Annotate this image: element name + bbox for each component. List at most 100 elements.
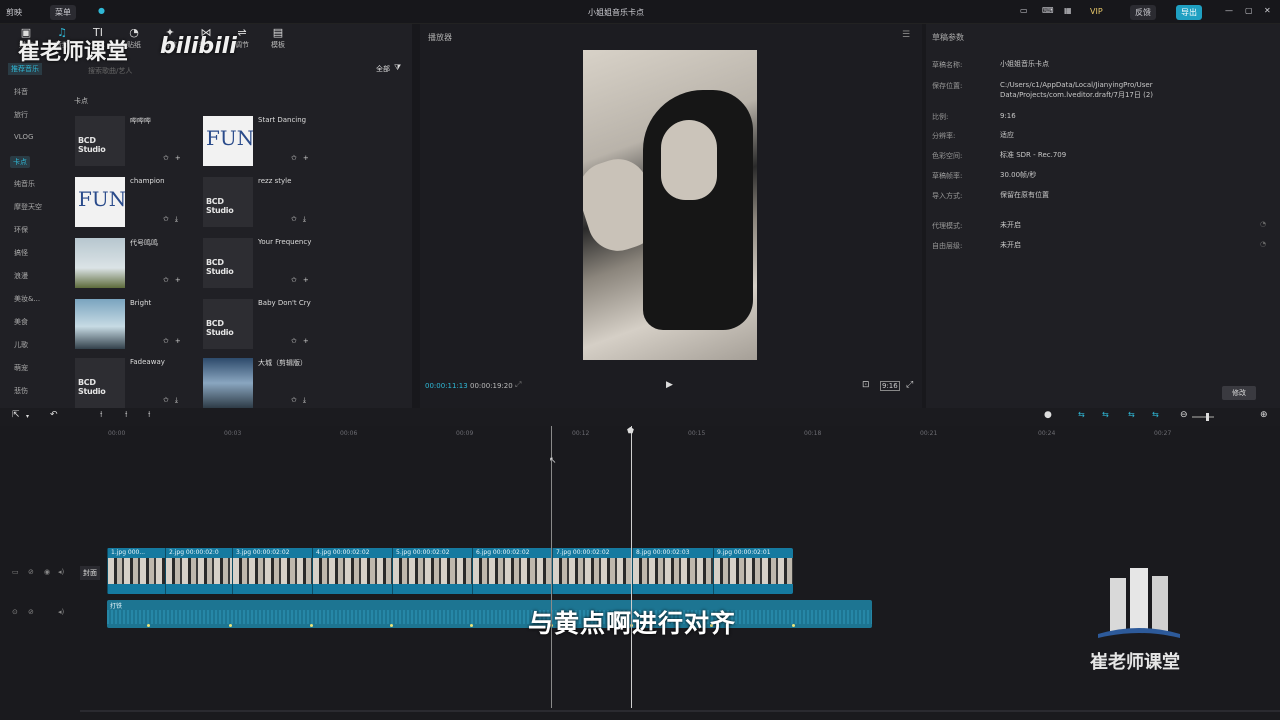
video-clip[interactable]: 3.jpg 00:00:02:02 <box>232 548 312 594</box>
star-icon[interactable]: ✩ <box>291 215 297 223</box>
video-preview[interactable] <box>583 50 757 360</box>
download-icon[interactable]: ⤓ <box>303 396 306 404</box>
video-clip[interactable]: 4.jpg 00:00:02:02 <box>312 548 392 594</box>
split-left-icon[interactable]: ⟊ <box>125 410 127 420</box>
category-kids[interactable]: 儿歌 <box>14 340 28 350</box>
maximize-icon[interactable]: ▢ <box>1245 6 1253 15</box>
modify-button[interactable]: 修改 <box>1222 386 1256 400</box>
layer-info-icon[interactable]: ◔ <box>1260 240 1266 248</box>
track-mute-icon[interactable]: ◂) <box>58 568 64 576</box>
zoom-slider-handle[interactable] <box>1206 413 1209 421</box>
music-card[interactable]: 大城（剪辑版） ✩ ⤓ <box>203 358 323 414</box>
audio-track[interactable]: 打铁 <box>107 600 872 628</box>
ratio-button[interactable]: 9:16 <box>880 381 900 391</box>
video-track[interactable]: 1.jpg 000... 2.jpg 00:00:02:0 3.jpg 00:0… <box>107 548 793 594</box>
plus-icon[interactable]: + <box>175 337 181 345</box>
zoom-out-icon[interactable]: ⊖ <box>1180 410 1188 420</box>
category-beauty[interactable]: 美妆&... <box>14 294 40 304</box>
track-hide-icon[interactable]: ⊘ <box>28 568 34 576</box>
plus-icon[interactable]: + <box>303 337 309 345</box>
beat-marker[interactable] <box>310 624 313 627</box>
fullscreen-icon[interactable]: ⤢ <box>906 380 913 390</box>
category-travel[interactable]: 旅行 <box>14 110 28 120</box>
video-clip[interactable]: 6.jpg 00:00:02:02 <box>472 548 552 594</box>
audio-track-icon[interactable]: ⊙ <box>12 608 18 616</box>
category-food[interactable]: 美食 <box>14 317 28 327</box>
plus-icon[interactable]: + <box>175 276 181 284</box>
playhead-handle-icon[interactable]: ⬟ <box>627 426 634 435</box>
undo-icon[interactable]: ↶ <box>50 410 58 420</box>
video-clip[interactable]: 1.jpg 000... <box>107 548 165 594</box>
feedback-button[interactable]: 反馈 <box>1130 5 1156 20</box>
export-button[interactable]: 导出 <box>1176 5 1202 20</box>
download-icon[interactable]: ⤓ <box>175 215 178 223</box>
beat-marker[interactable] <box>147 624 150 627</box>
music-card[interactable]: FUN champion ✩ ⤓ <box>75 177 195 233</box>
filter-all[interactable]: 全部 <box>376 64 390 74</box>
star-icon[interactable]: ✩ <box>163 337 169 345</box>
category-pets[interactable]: 萌宠 <box>14 363 28 373</box>
music-card[interactable]: 代号鸣鸣 ✩ + <box>75 238 195 294</box>
crop-icon[interactable]: ⊡ <box>862 380 870 390</box>
category-beat[interactable]: 卡点 <box>10 156 30 168</box>
track-eye-icon[interactable]: ◉ <box>44 568 50 576</box>
category-pure[interactable]: 纯音乐 <box>14 179 35 189</box>
plus-icon[interactable]: + <box>175 154 181 162</box>
star-icon[interactable]: ✩ <box>291 276 297 284</box>
star-icon[interactable]: ✩ <box>291 154 297 162</box>
layout-icon[interactable]: ▭ <box>1020 6 1028 15</box>
plus-icon[interactable]: + <box>303 276 309 284</box>
beat-marker[interactable] <box>390 624 393 627</box>
audio-lock-icon[interactable]: ⊘ <box>28 608 34 616</box>
category-romance[interactable]: 浪漫 <box>14 271 28 281</box>
audio-mute-icon[interactable]: ◂) <box>58 608 64 616</box>
select-tool-icon[interactable]: ⇱ <box>12 410 20 420</box>
proxy-info-icon[interactable]: ◔ <box>1260 220 1266 228</box>
track-lock-icon[interactable]: ▭ <box>12 568 19 576</box>
category-douyin[interactable]: 抖音 <box>14 87 28 97</box>
category-sad[interactable]: 悲伤 <box>14 386 28 396</box>
video-clip[interactable]: 9.jpg 00:00:02:01 <box>713 548 793 594</box>
beat-marker[interactable] <box>792 624 795 627</box>
close-icon[interactable]: ✕ <box>1264 6 1271 15</box>
shortcut-icon[interactable]: ⌨ <box>1042 6 1054 15</box>
filter-icon[interactable]: ⧩ <box>394 63 401 73</box>
download-icon[interactable]: ⤓ <box>303 215 306 223</box>
preview-axis-icon[interactable]: ⇆ <box>1128 410 1135 419</box>
music-card[interactable]: BCD Studio Baby Don't Cry ✩ + <box>203 299 323 355</box>
star-icon[interactable]: ✩ <box>163 215 169 223</box>
category-vlog[interactable]: VLOG <box>14 133 33 141</box>
video-clip[interactable]: 2.jpg 00:00:02:0 <box>165 548 232 594</box>
music-card[interactable]: BCD Studio 哔哔哔 ✩ + <box>75 116 195 172</box>
video-clip[interactable]: 7.jpg 00:00:02:02 <box>552 548 632 594</box>
download-icon[interactable]: ⤓ <box>175 396 178 404</box>
playhead[interactable] <box>631 426 632 708</box>
category-funny[interactable]: 搞怪 <box>14 248 28 258</box>
settings-icon[interactable]: ▦ <box>1064 6 1072 15</box>
snap-toggle-icon[interactable]: ⇆ <box>1102 410 1109 419</box>
star-icon[interactable]: ✩ <box>163 276 169 284</box>
video-clip[interactable]: 5.jpg 00:00:02:02 <box>392 548 472 594</box>
zoom-slider[interactable] <box>1192 416 1214 418</box>
beat-marker[interactable] <box>470 624 473 627</box>
align-icon[interactable]: ⇆ <box>1152 410 1159 419</box>
tool-template[interactable]: ▤ 模板 <box>260 26 296 50</box>
search-input[interactable]: 搜索歌曲/艺人 <box>88 66 132 76</box>
minimize-icon[interactable]: — <box>1225 6 1233 15</box>
plus-icon[interactable]: + <box>303 154 309 162</box>
zoom-fit-icon[interactable]: ⊕ <box>1260 410 1268 420</box>
music-card[interactable]: Bright ✩ + <box>75 299 195 355</box>
fullscreen-small-icon[interactable]: ⤢ <box>515 380 521 390</box>
category-modern-sky[interactable]: 摩登天空 <box>14 202 42 212</box>
music-card[interactable]: BCD Studio Your Frequency ✩ + <box>203 238 323 294</box>
star-icon[interactable]: ✩ <box>291 337 297 345</box>
music-card[interactable]: BCD Studio Fadeaway ✩ ⤓ <box>75 358 195 414</box>
menu-button[interactable]: 菜单 <box>50 5 76 20</box>
category-eco[interactable]: 环保 <box>14 225 28 235</box>
link-toggle-icon[interactable]: ⇆ <box>1078 410 1085 419</box>
player-menu-icon[interactable]: ☰ <box>902 30 910 40</box>
music-card[interactable]: BCD Studio rezz style ✩ ⤓ <box>203 177 323 233</box>
timeline-scrollbar[interactable] <box>80 710 1280 712</box>
star-icon[interactable]: ✩ <box>163 154 169 162</box>
cover-button[interactable]: 封面 <box>80 566 100 580</box>
